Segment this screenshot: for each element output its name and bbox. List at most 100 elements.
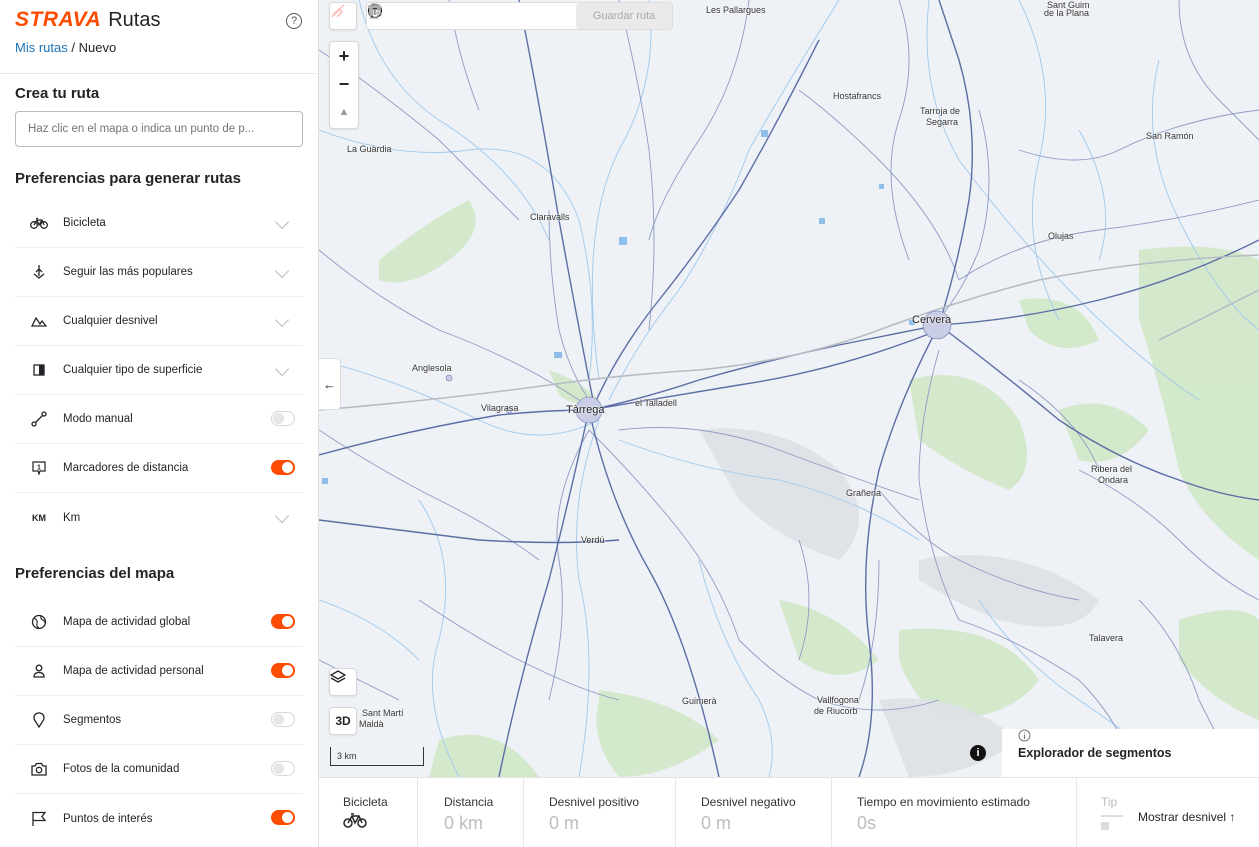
railways	[319, 254, 1259, 411]
map-label-anglesola: Anglesola	[412, 363, 452, 373]
stat-distance: Distancia 0 km	[418, 778, 524, 847]
segment-explorer-panel[interactable]: Explorador de segmentos	[1002, 729, 1259, 777]
personal-heatmap-toggle[interactable]	[271, 663, 295, 678]
stat-elevation-gain-label: Desnivel positivo	[549, 795, 640, 809]
breadcrumb-current: Nuevo	[78, 40, 117, 55]
pref-distance-markers-label: Marcadores de distancia	[63, 462, 189, 474]
pref-elevation-dropdown[interactable]: Cualquier desnivel	[15, 297, 303, 346]
community-photos-toggle[interactable]	[271, 761, 295, 776]
help-icon[interactable]: ?	[286, 13, 302, 29]
town-areas	[445, 310, 952, 424]
collapse-sidebar-button[interactable]: ←	[319, 358, 341, 410]
stat-elevation-loss-label: Desnivel negativo	[701, 795, 796, 809]
start-point-search-input[interactable]	[15, 111, 303, 147]
pref-manual-mode-label: Modo manual	[63, 413, 133, 425]
route-type-placeholder-bar	[1101, 815, 1123, 817]
streams	[319, 0, 1259, 777]
surface-icon	[15, 364, 63, 376]
map-label-sant-marti: Sant Martí	[362, 708, 404, 718]
pref-points-of-interest: Puntos de interés	[15, 794, 303, 843]
redo-button[interactable]	[368, 2, 531, 30]
brand-row: STRAVA Rutas	[15, 8, 160, 32]
manual-mode-toggle[interactable]	[271, 411, 295, 426]
stat-elevation-loss-value: 0 m	[701, 813, 732, 833]
map-layers-button[interactable]	[329, 668, 357, 696]
pref-points-of-interest-label: Puntos de interés	[63, 812, 153, 825]
compass-icon[interactable]: ▲	[330, 98, 358, 126]
map-label-talavera: Talavera	[1089, 633, 1124, 643]
map-canvas[interactable]: Les Pallargues Sant Guim de la Plana Hos…	[319, 0, 1259, 777]
zoom-in-button[interactable]: +	[330, 42, 358, 70]
stat-elevation-gain-value: 0 m	[549, 813, 580, 833]
bike-icon	[343, 813, 367, 828]
route-type-placeholder-swatch	[1101, 822, 1109, 830]
map-label-olujas: Olujas	[1048, 231, 1074, 241]
map-label-segarra: Segarra	[926, 117, 959, 127]
globe-icon	[15, 614, 63, 630]
segment-explorer-label: Explorador de segmentos	[1018, 746, 1172, 760]
chevron-down-icon	[274, 214, 290, 230]
segment-explorer-info-icon[interactable]	[1018, 729, 1031, 742]
stat-moving-time: Tiempo en movimiento estimado 0s	[832, 778, 1077, 847]
map-label-granena: Grañena	[846, 488, 882, 498]
distance-markers-toggle[interactable]	[271, 460, 295, 475]
person-icon	[15, 664, 63, 678]
map-label-de-la-plana: de la Plana	[1044, 8, 1090, 18]
route-toolbar: Guardar ruta	[366, 2, 673, 30]
segments-toggle[interactable]	[271, 712, 295, 727]
undo-button[interactable]	[368, 2, 490, 30]
stat-distance-value: 0 km	[444, 813, 484, 833]
breadcrumb-my-routes-link[interactable]: Mis rutas	[15, 40, 68, 55]
sidebar: STRAVA Rutas ? Mis rutas / Nuevo Crea tu…	[0, 0, 319, 847]
stat-elevation-loss: Desnivel negativo 0 m	[676, 778, 832, 847]
map-preferences-list: Mapa de actividad global Mapa de activid…	[15, 598, 303, 843]
map-preferences-heading: Preferencias del mapa	[15, 565, 175, 582]
flag-icon	[15, 811, 63, 827]
stat-moving-time-label: Tiempo en movimiento estimado	[857, 795, 1030, 809]
reverse-route-button[interactable]	[369, 2, 449, 30]
breadcrumb-separator: /	[71, 40, 75, 55]
zoom-out-button[interactable]: −	[330, 70, 358, 98]
chevron-down-icon	[274, 361, 290, 377]
points-of-interest-toggle[interactable]	[271, 810, 295, 825]
map-label-de-riucorb: de Riucorb	[814, 706, 858, 716]
pref-units-dropdown[interactable]: KM Km	[15, 493, 303, 542]
show-elevation-button[interactable]: Mostrar desnivel ↑	[1124, 805, 1259, 829]
map-label-la-guardia: La Guàrdia	[347, 144, 392, 154]
pref-distance-markers: 1 Marcadores de distancia	[15, 444, 303, 493]
stat-sport: Bicicleta	[319, 778, 418, 847]
pref-popularity-dropdown[interactable]: Seguir las más populares	[15, 248, 303, 297]
map-label-ribera-del: Ribera del	[1091, 464, 1133, 474]
chevron-down-icon	[274, 312, 290, 328]
create-route-heading: Crea tu ruta	[15, 85, 100, 102]
map-label-vilagrasa: Vilagrasa	[481, 403, 519, 413]
route-preferences-list: Bicicleta Seguir las más populares Cualq…	[15, 199, 303, 542]
minor-roads	[319, 0, 1259, 777]
pref-sport-label: Bicicleta	[63, 217, 106, 229]
pref-global-heatmap: Mapa de actividad global	[15, 598, 303, 647]
save-route-button[interactable]: Guardar ruta	[576, 3, 672, 29]
pref-segments: Segmentos	[15, 696, 303, 745]
pref-community-photos: Fotos de la comunidad	[15, 745, 303, 794]
trash-icon	[368, 3, 380, 19]
chevron-down-icon	[274, 508, 290, 524]
global-heatmap-toggle[interactable]	[271, 614, 295, 629]
pref-surface-dropdown[interactable]: Cualquier tipo de superficie	[15, 346, 303, 395]
map-info-icon[interactable]: i	[970, 745, 986, 761]
pref-sport-dropdown[interactable]: Bicicleta	[15, 199, 303, 248]
map-label-malda: Maldà	[359, 719, 384, 729]
location-pin-icon	[15, 712, 63, 728]
strava-logo[interactable]: STRAVA	[15, 8, 101, 32]
delete-route-button[interactable]	[368, 2, 572, 30]
bike-icon	[15, 217, 63, 229]
main-roads	[319, 0, 1259, 777]
pref-personal-heatmap: Mapa de actividad personal	[15, 647, 303, 696]
page-title: Rutas	[108, 8, 161, 31]
heatmap-off-button[interactable]	[329, 2, 357, 30]
3d-view-button[interactable]: 3D	[329, 707, 357, 735]
map-label-les-pallargues: Les Pallargues	[706, 5, 766, 15]
map-label-guimera: Guimerà	[682, 696, 717, 706]
elevation-icon	[15, 315, 63, 327]
route-builder-app: STRAVA Rutas ? Mis rutas / Nuevo Crea tu…	[0, 0, 1259, 847]
route-preferences-heading: Preferencias para generar rutas	[15, 170, 241, 187]
